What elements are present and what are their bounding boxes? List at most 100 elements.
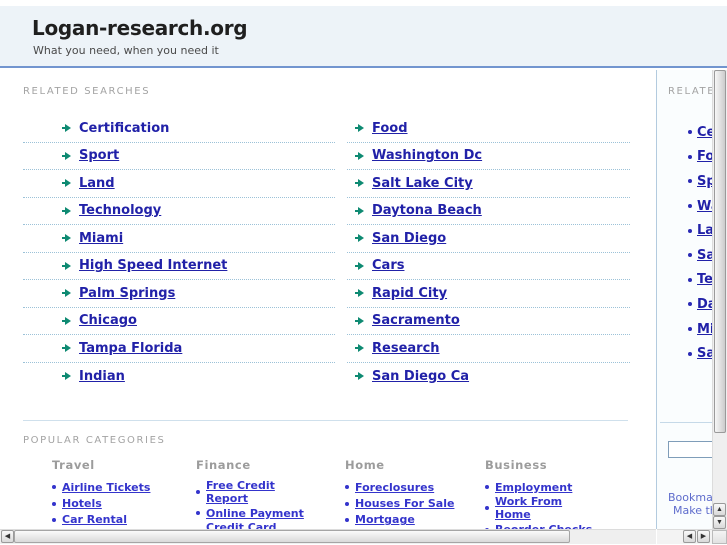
sidebar-related-link[interactable]: Washington Dc xyxy=(697,199,712,214)
category-link-row: Credit Card Application xyxy=(196,521,345,529)
category-link[interactable]: Mortgage xyxy=(355,513,415,526)
bullet-dot-icon xyxy=(345,501,349,506)
bookmark-link[interactable]: Bookmark xyxy=(668,491,712,504)
sidebar-related-link[interactable]: Salt Lake City xyxy=(697,248,712,263)
sidebar-scroll-left-icon[interactable]: ◀ xyxy=(683,530,696,543)
scroll-up-icon[interactable]: ▲ xyxy=(713,503,726,516)
category-link-row: Car Rental xyxy=(52,512,196,528)
category-link[interactable]: Houses For Sale xyxy=(355,497,454,510)
sidebar-related-link[interactable]: Sport xyxy=(697,174,712,189)
related-search-link[interactable]: Tampa Florida xyxy=(79,341,182,356)
scroll-down-icon[interactable]: ▼ xyxy=(713,516,726,529)
category-link-list: Airline TicketsHotelsCar RentalFlights xyxy=(52,479,196,529)
bullet-dot-icon xyxy=(52,517,56,522)
arrow-bullet-icon xyxy=(355,206,365,215)
related-search-link[interactable]: Miami xyxy=(79,231,123,246)
sidebar-related-heading: RELATED SEARCHES xyxy=(668,86,712,97)
related-search-link[interactable]: Washington Dc xyxy=(372,148,482,163)
sidebar-related-link[interactable]: Technology xyxy=(697,272,712,287)
category-link[interactable]: Airline Tickets xyxy=(62,481,150,494)
sidebar-related-link[interactable]: Land xyxy=(697,223,712,238)
make-homepage-link[interactable]: Make thi xyxy=(673,504,712,517)
related-search-link[interactable]: Land xyxy=(79,176,115,191)
category-link[interactable]: Foreclosures xyxy=(355,481,434,494)
related-search-link[interactable]: Sport xyxy=(79,148,119,163)
bullet-dot-icon xyxy=(345,517,349,522)
sidebar-related-link[interactable]: Certification xyxy=(697,125,712,140)
category-link[interactable]: Free Credit Report xyxy=(206,479,312,505)
category-link[interactable]: Online Payment xyxy=(206,507,304,520)
related-search-link[interactable]: Rapid City xyxy=(372,286,447,301)
arrow-bullet-icon xyxy=(355,344,365,353)
related-search-row: San Diego Ca xyxy=(347,363,630,391)
related-search-link[interactable]: San Diego Ca xyxy=(372,369,469,384)
category-link[interactable]: Employment xyxy=(495,481,572,494)
horizontal-scrollbar-thumb[interactable] xyxy=(14,530,570,543)
related-search-link[interactable]: Sacramento xyxy=(372,313,460,328)
category-link-list: EmploymentWork From HomeReorder ChecksUs… xyxy=(485,479,645,529)
related-search-link[interactable]: Palm Springs xyxy=(79,286,175,301)
related-search-link[interactable]: Food xyxy=(372,121,408,136)
search-input[interactable] xyxy=(668,441,712,458)
related-search-row: Sacramento xyxy=(347,308,630,335)
sidebar-related-link[interactable]: Daytona Beach xyxy=(697,297,712,312)
sidebar-frame: RELATED SEARCHES Certification Food Sport W… xyxy=(657,70,712,529)
sidebar-related-row: Washington Dc xyxy=(688,194,712,219)
bullet-dot-icon xyxy=(345,485,349,490)
category-link-row: Work From Home xyxy=(485,495,645,521)
category-link-row: Reorder Checks xyxy=(485,521,645,529)
related-search-row: Land xyxy=(23,170,335,198)
bullet-dot-icon xyxy=(688,154,692,159)
category-link-list: ForeclosuresHouses For SaleMortgagePeopl… xyxy=(345,479,485,529)
category-column: Finance Free Credit Report Online Payment C… xyxy=(196,458,345,529)
category-title: Business xyxy=(485,458,548,472)
related-search-row: Tampa Florida xyxy=(23,335,335,363)
related-search-link[interactable]: Indian xyxy=(79,369,125,384)
bullet-dot-icon xyxy=(196,511,200,516)
sidebar-related-row: Certification xyxy=(688,120,712,145)
related-search-row: San Diego xyxy=(347,225,630,253)
page-tagline: What you need, when you need it xyxy=(33,44,219,57)
bullet-dot-icon xyxy=(52,485,56,490)
vertical-scrollbar[interactable] xyxy=(712,70,727,529)
related-search-row: Technology xyxy=(23,198,335,225)
arrow-bullet-icon xyxy=(62,289,72,298)
sidebar-related-link[interactable]: Miami xyxy=(697,322,712,337)
scrollbar-corner xyxy=(712,530,727,544)
page-title: Logan-research.org xyxy=(32,16,248,40)
related-search-link[interactable]: Cars xyxy=(372,258,404,273)
category-link[interactable]: Car Rental xyxy=(62,513,127,526)
sidebar-related-link[interactable]: San Diego xyxy=(697,346,712,361)
scroll-left-icon[interactable]: ◀ xyxy=(1,530,14,543)
related-search-row: Certification xyxy=(23,115,335,143)
category-link-row: Online Payment xyxy=(196,505,345,521)
category-link[interactable]: Credit Card Application xyxy=(206,521,312,529)
related-search-row: Cars xyxy=(347,253,630,280)
category-link[interactable]: Hotels xyxy=(62,497,102,510)
related-search-link[interactable]: Technology xyxy=(79,203,161,218)
arrow-bullet-icon xyxy=(62,344,72,353)
related-search-row: Palm Springs xyxy=(23,280,335,308)
related-search-link[interactable]: Research xyxy=(372,341,440,356)
sidebar-scroll-right-icon[interactable]: ▶ xyxy=(697,530,710,543)
arrow-bullet-icon xyxy=(62,372,72,381)
sidebar-related-link[interactable]: Food xyxy=(697,149,712,164)
section-divider xyxy=(23,420,628,421)
related-search-link[interactable]: Salt Lake City xyxy=(372,176,473,191)
related-search-link[interactable]: High Speed Internet xyxy=(79,258,227,273)
related-search-link[interactable]: Chicago xyxy=(79,313,137,328)
related-search-row: Miami xyxy=(23,225,335,253)
arrow-bullet-icon xyxy=(62,234,72,243)
sidebar-related-row: Food xyxy=(688,145,712,170)
arrow-bullet-icon xyxy=(62,179,72,188)
category-link[interactable]: Work From Home xyxy=(495,495,601,521)
arrow-bullet-icon xyxy=(62,261,72,270)
related-search-link[interactable]: Certification xyxy=(79,121,169,136)
arrow-bullet-icon xyxy=(62,206,72,215)
bullet-dot-icon xyxy=(688,351,692,356)
sidebar-related-row: Miami xyxy=(688,317,712,342)
vertical-scrollbar-thumb[interactable] xyxy=(714,70,726,433)
related-search-row: High Speed Internet xyxy=(23,253,335,280)
related-search-link[interactable]: Daytona Beach xyxy=(372,203,482,218)
related-search-link[interactable]: San Diego xyxy=(372,231,446,246)
